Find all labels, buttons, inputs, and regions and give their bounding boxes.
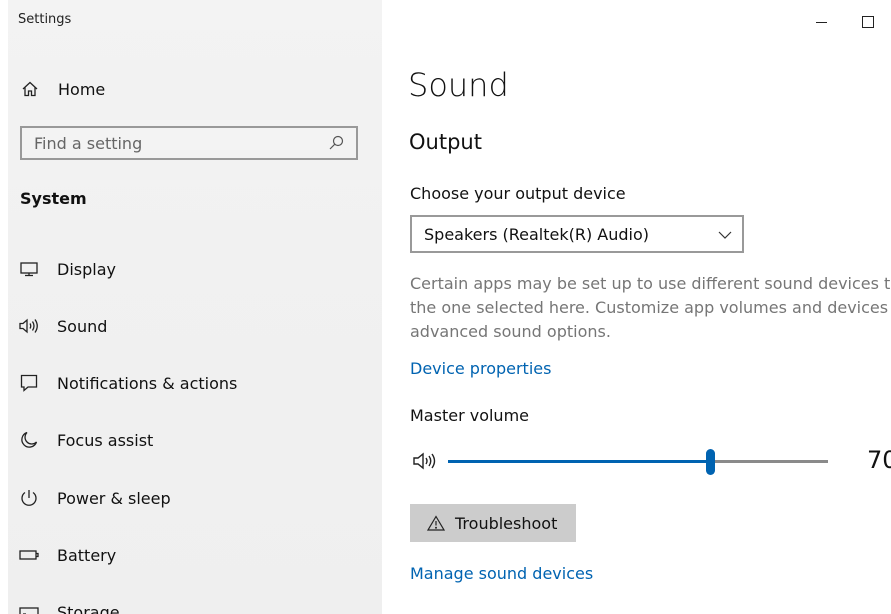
description-line: Certain apps may be set up to use differ… (410, 274, 891, 293)
minimize-button[interactable] (799, 8, 845, 36)
device-properties-link[interactable]: Device properties (410, 359, 551, 378)
warning-icon (426, 513, 446, 533)
sidebar-item-label: Focus assist (57, 430, 154, 450)
sidebar-item-label: Display (57, 259, 116, 279)
power-icon (18, 487, 40, 509)
sidebar-item-sound[interactable]: Sound (18, 311, 378, 341)
sidebar-item-label: Battery (57, 545, 117, 565)
output-device-dropdown[interactable]: Speakers (Realtek(R) Audio) (410, 215, 744, 253)
sidebar-item-battery[interactable]: Battery (18, 540, 378, 570)
app-title: Settings (18, 12, 72, 27)
page-title: Sound (408, 66, 509, 104)
sidebar: Settings Home System Display (8, 0, 382, 614)
sidebar-item-label: Storage (57, 602, 120, 614)
speaker-icon[interactable] (412, 450, 440, 474)
manage-sound-devices-link[interactable]: Manage sound devices (410, 564, 593, 583)
sidebar-item-label: Power & sleep (57, 488, 171, 508)
storage-icon (18, 601, 40, 614)
volume-slider[interactable] (448, 449, 828, 475)
description-line: advanced sound options. (410, 322, 611, 341)
output-description: Certain apps may be set up to use differ… (410, 272, 891, 344)
volume-slider-fill (448, 460, 710, 463)
chevron-down-icon (718, 225, 732, 244)
minimize-icon (816, 13, 828, 32)
description-line: the one selected here. Customize app vol… (410, 298, 891, 317)
battery-icon (18, 544, 40, 566)
maximize-icon (862, 13, 874, 32)
section-heading-system: System (20, 189, 87, 208)
volume-slider-thumb[interactable] (706, 449, 715, 475)
sidebar-item-display[interactable]: Display (18, 254, 378, 284)
sidebar-item-label: Notifications & actions (57, 373, 238, 393)
window-controls (799, 8, 891, 36)
sidebar-item-home[interactable]: Home (20, 76, 105, 102)
troubleshoot-button[interactable]: Troubleshoot (410, 504, 576, 542)
master-volume-row: 70 (412, 446, 891, 478)
notification-icon (18, 372, 40, 394)
window-edge (0, 0, 8, 614)
sidebar-item-focus-assist[interactable]: Focus assist (18, 425, 378, 455)
main-content: Sound Output Choose your output device S… (382, 0, 891, 614)
sidebar-item-notifications[interactable]: Notifications & actions (18, 368, 378, 398)
search-input[interactable] (22, 128, 326, 158)
volume-value: 70 (867, 446, 891, 474)
monitor-icon (18, 258, 40, 280)
section-title-output: Output (409, 130, 482, 154)
master-volume-label: Master volume (410, 406, 529, 425)
sidebar-item-power-sleep[interactable]: Power & sleep (18, 483, 378, 513)
output-device-value: Speakers (Realtek(R) Audio) (424, 224, 650, 244)
maximize-button[interactable] (845, 8, 891, 36)
search-box[interactable] (20, 126, 358, 160)
output-device-label: Choose your output device (410, 184, 626, 203)
troubleshoot-label: Troubleshoot (455, 513, 558, 533)
home-icon (20, 79, 40, 99)
speaker-icon (18, 315, 40, 337)
moon-icon (18, 429, 40, 451)
sidebar-item-label: Sound (57, 316, 108, 336)
search-icon[interactable] (326, 135, 346, 151)
home-label: Home (58, 79, 106, 99)
sidebar-item-storage[interactable]: Storage (18, 597, 378, 614)
